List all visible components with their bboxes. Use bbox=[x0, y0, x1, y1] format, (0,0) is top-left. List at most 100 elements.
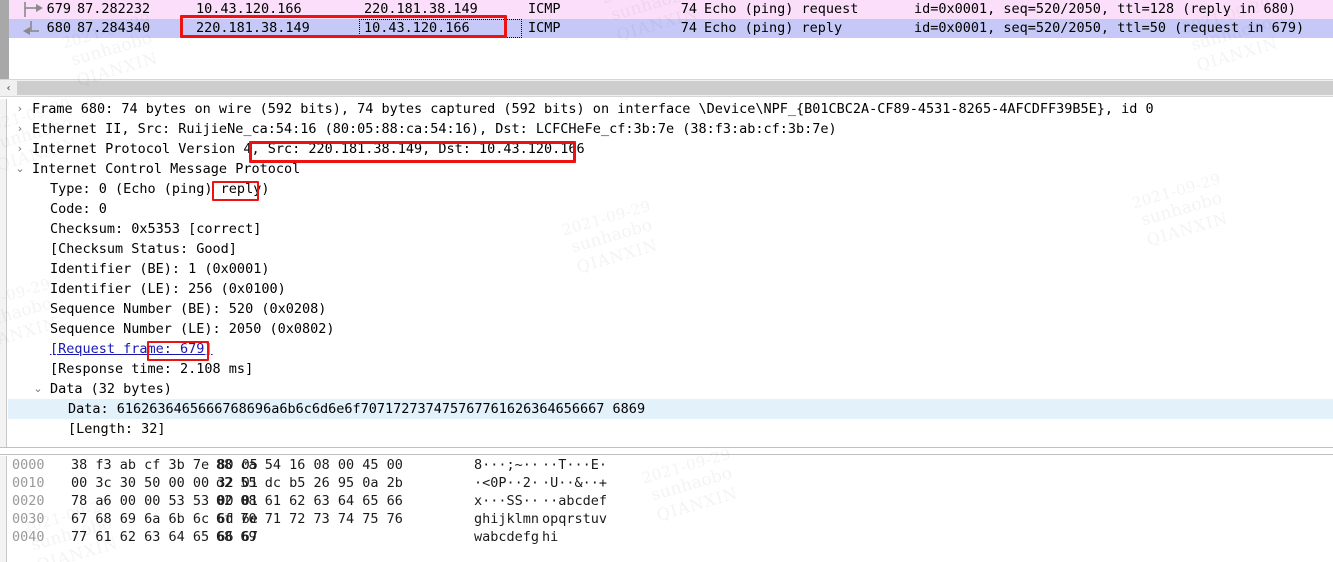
hex-ascii-right: ··abcdef bbox=[542, 493, 608, 509]
detail-tree-row[interactable]: [Response time: 2.108 ms] bbox=[8, 359, 1333, 379]
scroll-left-icon[interactable]: ‹ bbox=[0, 80, 17, 96]
hex-dump-row[interactable]: 0040 77 61 62 63 64 65 66 67 68 69 wabcdefg… bbox=[8, 528, 1333, 546]
hex-dump-row[interactable]: 0030 67 68 69 6a 6b 6c 6d 6e 6f 70 71 72 7… bbox=[8, 510, 1333, 528]
detail-tree-row[interactable]: Data: 6162636465666768696a6b6c6d6e6f7071… bbox=[8, 399, 1333, 419]
detail-tree-label: Frame 680: 74 bytes on wire (592 bits), … bbox=[32, 101, 1154, 117]
cell-source: 10.43.120.166 bbox=[196, 1, 302, 17]
detail-tree-label: Sequence Number (BE): 520 (0x0208) bbox=[50, 301, 327, 317]
cell-length: 74 bbox=[680, 1, 697, 17]
packet-list-row-679[interactable]: 679 87.282232 10.43.120.166 220.181.38.1… bbox=[9, 0, 1333, 19]
hex-ascii-left: 8···;~·· bbox=[474, 457, 540, 473]
cell-source: 220.181.38.149 bbox=[196, 20, 310, 36]
packet-list-hscrollbar[interactable]: ‹ bbox=[0, 80, 1333, 96]
detail-tree-label: Identifier (LE): 256 (0x0100) bbox=[50, 281, 286, 297]
chevron-right-icon[interactable]: › bbox=[12, 99, 28, 119]
chevron-right-icon[interactable]: › bbox=[12, 119, 28, 139]
packet-list-gutter bbox=[0, 0, 9, 38]
hex-bytes-right: 68 69 bbox=[216, 529, 257, 545]
cell-time: 87.282232 bbox=[77, 1, 151, 17]
hex-ascii-left: ·<0P··2· bbox=[474, 475, 540, 491]
wireshark-window: 679 87.282232 10.43.120.166 220.181.38.1… bbox=[0, 0, 1333, 562]
cell-length: 74 bbox=[680, 20, 697, 36]
hex-offset: 0000 bbox=[12, 457, 45, 473]
pane-splitter[interactable] bbox=[0, 447, 1333, 456]
hex-dump-row[interactable]: 0020 78 a6 00 00 53 53 00 01 02 08 61 62 6… bbox=[8, 492, 1333, 510]
scrollbar-bottom-divider bbox=[0, 96, 1333, 97]
cell-info-detail: id=0x0001, seq=520/2050, ttl=128 (reply … bbox=[914, 1, 1297, 17]
detail-tree-label: Data: 6162636465666768696a6b6c6d6e6f7071… bbox=[68, 401, 646, 417]
hex-ascii-left: x···SS·· bbox=[474, 493, 540, 509]
packet-list-row-680[interactable]: 680 87.284340 220.181.38.149 10.43.120.1… bbox=[9, 19, 1333, 38]
cell-info-detail: id=0x0001, seq=520/2050, ttl=50 (request… bbox=[914, 20, 1305, 36]
detail-tree-label: Sequence Number (LE): 2050 (0x0802) bbox=[50, 321, 335, 337]
detail-tree-row[interactable]: Identifier (LE): 256 (0x0100) bbox=[8, 279, 1333, 299]
detail-tree-row[interactable]: ⌄ Data (32 bytes) bbox=[8, 379, 1333, 399]
detail-tree-link[interactable]: [Request frame: 679] bbox=[50, 339, 213, 359]
hex-dump-row[interactable]: 0010 00 3c 30 50 00 00 32 01 d2 55 dc b5 2… bbox=[8, 474, 1333, 492]
hex-ascii-right: hi bbox=[542, 529, 559, 545]
detail-tree-label: Internet Protocol Version 4, Src: 220.18… bbox=[32, 141, 585, 157]
detail-tree-label: [Response time: 2.108 ms] bbox=[50, 361, 254, 377]
chevron-down-icon[interactable]: ⌄ bbox=[12, 159, 28, 179]
detail-tree-row[interactable]: Code: 0 bbox=[8, 199, 1333, 219]
cell-protocol: ICMP bbox=[528, 1, 561, 17]
detail-tree-label: Identifier (BE): 1 (0x0001) bbox=[50, 261, 270, 277]
hex-ascii-right: ··T···E· bbox=[542, 457, 608, 473]
detail-pane-gutter bbox=[0, 99, 7, 447]
scrollbar-thumb[interactable] bbox=[17, 81, 1333, 95]
hex-bytes-right: 6f 70 71 72 73 74 75 76 bbox=[216, 511, 403, 527]
cell-time: 87.284340 bbox=[77, 20, 151, 36]
detail-tree-row[interactable]: › Internet Protocol Version 4, Src: 220.1… bbox=[8, 139, 1333, 159]
hex-offset: 0020 bbox=[12, 493, 45, 509]
detail-tree-row[interactable]: Identifier (BE): 1 (0x0001) bbox=[8, 259, 1333, 279]
detail-tree-row[interactable]: [Checksum Status: Good] bbox=[8, 239, 1333, 259]
detail-tree-row[interactable]: ⌄ Internet Control Message Protocol bbox=[8, 159, 1333, 179]
detail-tree-row[interactable]: › Ethernet II, Src: RuijieNe_ca:54:16 (80… bbox=[8, 119, 1333, 139]
detail-tree-label: Internet Control Message Protocol bbox=[32, 161, 301, 177]
hex-ascii-right: opqrstuv bbox=[542, 511, 608, 527]
detail-tree-row[interactable]: Type: 0 (Echo (ping) reply) bbox=[8, 179, 1333, 199]
detail-tree-row[interactable]: Sequence Number (BE): 520 (0x0208) bbox=[8, 299, 1333, 319]
detail-tree-label: Checksum: 0x5353 [correct] bbox=[50, 221, 262, 237]
detail-tree-label: Code: 0 bbox=[50, 201, 107, 217]
hex-ascii-left: ghijklmn bbox=[474, 511, 540, 527]
detail-tree-row[interactable]: Sequence Number (LE): 2050 (0x0802) bbox=[8, 319, 1333, 339]
detail-tree-row[interactable]: [Length: 32] bbox=[8, 419, 1333, 439]
hex-dump-row[interactable]: 0000 38 f3 ab cf 3b 7e 80 05 88 ca 54 16 0… bbox=[8, 456, 1333, 474]
packet-details-pane[interactable]: › Frame 680: 74 bytes on wire (592 bits),… bbox=[0, 99, 1333, 447]
hex-bytes-right: d2 55 dc b5 26 95 0a 2b bbox=[216, 475, 403, 491]
detail-tree-row[interactable]: Checksum: 0x5353 [correct] bbox=[8, 219, 1333, 239]
cell-protocol: ICMP bbox=[528, 20, 561, 36]
cell-destination: 220.181.38.149 bbox=[364, 1, 478, 17]
hex-bytes-right: 88 ca 54 16 08 00 45 00 bbox=[216, 457, 403, 473]
detail-tree-label: [Length: 32] bbox=[68, 421, 166, 437]
detail-tree-label: Data (32 bytes) bbox=[50, 381, 172, 397]
detail-tree-label: Ethernet II, Src: RuijieNe_ca:54:16 (80:… bbox=[32, 121, 837, 137]
detail-tree-label: [Checksum Status: Good] bbox=[50, 241, 237, 257]
detail-tree-row[interactable]: [Request frame: 679] bbox=[8, 339, 1333, 359]
chevron-right-icon[interactable]: › bbox=[12, 139, 28, 159]
packet-bytes-pane[interactable]: 0000 38 f3 ab cf 3b 7e 80 05 88 ca 54 16 0… bbox=[0, 456, 1333, 562]
cell-focus-outline bbox=[359, 19, 522, 38]
hex-pane-gutter bbox=[0, 456, 7, 562]
hex-offset: 0030 bbox=[12, 511, 45, 527]
chevron-down-icon[interactable]: ⌄ bbox=[30, 379, 46, 399]
packet-list-empty-area bbox=[0, 38, 1333, 80]
detail-tree-row[interactable]: › Frame 680: 74 bytes on wire (592 bits),… bbox=[8, 99, 1333, 119]
hex-offset: 0010 bbox=[12, 475, 45, 491]
hex-bytes-right: 02 08 61 62 63 64 65 66 bbox=[216, 493, 403, 509]
packet-list-pane[interactable]: 679 87.282232 10.43.120.166 220.181.38.1… bbox=[0, 0, 1333, 38]
hex-ascii-right: ·U··&··+ bbox=[542, 475, 608, 491]
detail-tree-label: Type: 0 (Echo (ping) reply) bbox=[50, 181, 270, 197]
